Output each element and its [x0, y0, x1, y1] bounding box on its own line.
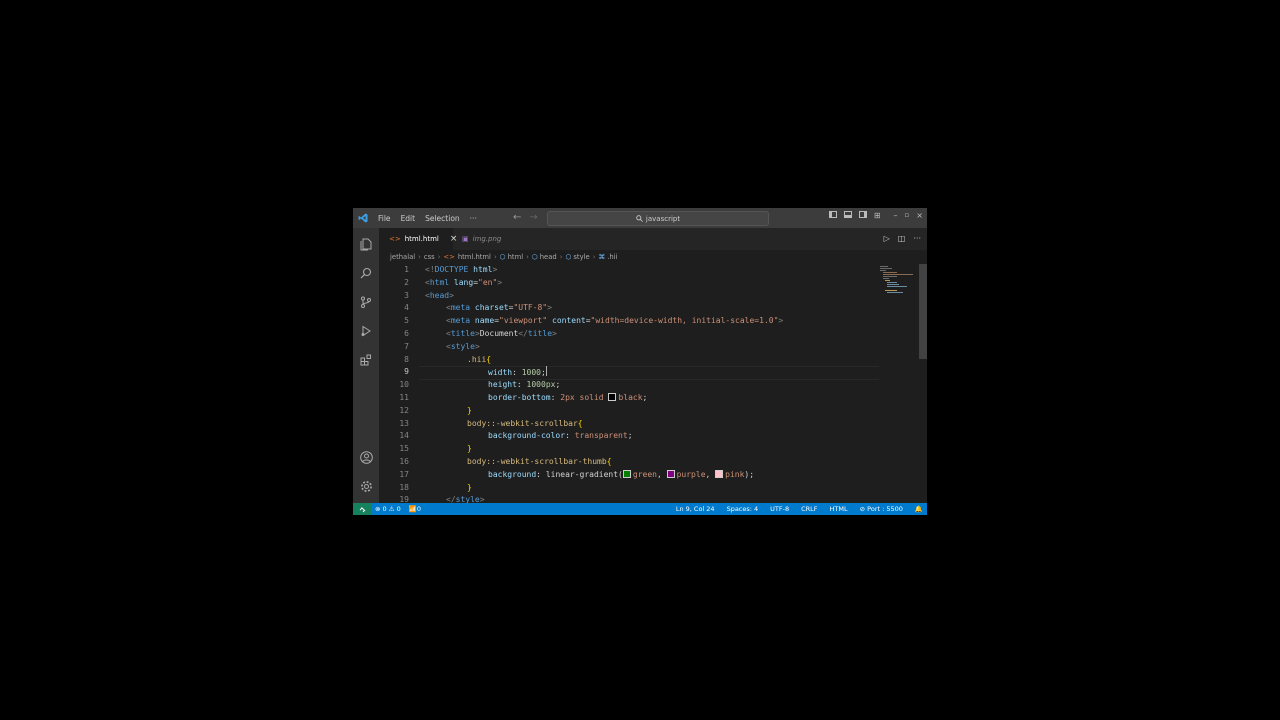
element-icon: ⬡ [499, 253, 506, 261]
code-line: 8 .hii{ [404, 354, 492, 364]
split-editor-icon[interactable]: ◫ [898, 234, 906, 243]
code-line: 15} [399, 444, 472, 454]
code-line: 18} [399, 482, 472, 492]
code-line: 6 <title>Document</title> [404, 329, 557, 338]
html-file-icon: <> [389, 235, 401, 243]
problems-indicator[interactable]: ⊗ 0 ⚠ 0 [371, 505, 405, 513]
cursor-position[interactable]: Ln 9, Col 24 [672, 505, 723, 513]
editor-tabs: <> html.html × ▣ img.png ▷ ◫ ··· [379, 228, 927, 250]
account-icon[interactable] [359, 450, 373, 464]
image-file-icon: ▣ [462, 235, 469, 243]
vscode-logo-icon [353, 208, 373, 228]
run-icon[interactable]: ▷ [884, 234, 890, 243]
html-file-icon: <> [443, 253, 455, 261]
element-icon: ⬡ [531, 253, 538, 261]
tab-html-html[interactable]: <> html.html × [379, 228, 457, 250]
element-icon: ⬡ [565, 253, 572, 261]
manage-gear-icon[interactable] [359, 479, 373, 493]
code-line: 11 border-bottom: 2px solid black; [399, 393, 648, 402]
code-line: 12} [399, 405, 472, 415]
more-actions-icon[interactable]: ··· [913, 234, 921, 243]
code-line-current: 9 width: 1000; [404, 366, 547, 378]
command-center-search[interactable]: javascript [547, 211, 769, 226]
file-encoding[interactable]: UTF-8 [766, 505, 797, 513]
status-bar: ⊗ 0 ⚠ 0 📶0 Ln 9, Col 24 Spaces: 4 UTF-8 … [353, 503, 927, 515]
live-server-port[interactable]: ⊘ Port : 5500 [856, 505, 911, 513]
menu-edit[interactable]: Edit [396, 214, 421, 223]
breadcrumb-item[interactable]: style [573, 253, 589, 261]
breadcrumb-item[interactable]: css [424, 253, 435, 261]
no-entry-icon: ⊘ [859, 505, 866, 513]
breadcrumb-item[interactable]: head [540, 253, 557, 261]
code-line: 17 background: linear-gradient(green, pur… [399, 469, 755, 479]
minimap[interactable] [880, 264, 916, 294]
code-editor[interactable]: 1 <!DOCTYPE html> 2 <html lang="en"> 3 <hea… [379, 264, 927, 503]
code-line: 3 <head> [404, 290, 454, 300]
color-swatch-pink[interactable] [715, 469, 724, 478]
error-icon: ⊗ [375, 505, 381, 513]
minimize-icon[interactable]: – [894, 211, 898, 220]
search-text: javascript [645, 214, 681, 223]
tab-img-png[interactable]: ▣ img.png [453, 228, 533, 250]
broadcast-icon: 📶 [408, 505, 417, 513]
window-controls: ⊞ – ▫ × [828, 211, 923, 220]
title-bar: File Edit Selection ··· ← → javascript ⊞… [353, 208, 927, 228]
indentation[interactable]: Spaces: 4 [723, 505, 767, 513]
warning-icon: ⚠ [388, 505, 395, 513]
customize-layout-icon[interactable]: ⊞ [874, 211, 881, 220]
remote-indicator-icon[interactable] [353, 503, 371, 515]
color-swatch-purple[interactable] [666, 469, 675, 478]
close-window-icon[interactable]: × [916, 211, 923, 220]
vertical-scrollbar[interactable] [919, 264, 927, 359]
code-line: 19 </style> [399, 495, 485, 503]
vscode-window: File Edit Selection ··· ← → javascript ⊞… [353, 208, 927, 515]
run-debug-icon[interactable] [359, 324, 373, 338]
search-icon [636, 215, 643, 222]
toggle-secondary-sidebar-icon[interactable] [858, 211, 867, 218]
breadcrumb-item[interactable]: html.html [458, 253, 491, 261]
language-mode[interactable]: HTML [826, 505, 856, 513]
breadcrumb: jethalal › css › <> html.html › ⬡ html › ⬡ head… [390, 253, 618, 261]
menu-more[interactable]: ··· [465, 214, 482, 223]
tab-label: html.html [404, 235, 439, 243]
maximize-icon[interactable]: ▫ [905, 211, 910, 220]
explorer-icon[interactable] [359, 237, 373, 251]
code-line: 13 body::-webkit-scrollbar{ [399, 418, 583, 428]
breadcrumb-item[interactable]: jethalal [390, 253, 415, 261]
toggle-primary-sidebar-icon[interactable] [828, 211, 837, 218]
back-arrow-icon[interactable]: ← [513, 212, 521, 223]
breadcrumb-item[interactable]: .hii [607, 253, 617, 261]
color-swatch-green[interactable] [622, 469, 631, 478]
code-line: 7 <style> [404, 341, 480, 351]
code-line: 16 body::-webkit-scrollbar-thumb{ [399, 457, 612, 466]
end-of-line[interactable]: CRLF [797, 505, 825, 513]
code-line: 1 <!DOCTYPE html> [404, 265, 498, 274]
forward-arrow-icon[interactable]: → [529, 212, 537, 223]
history-nav: ← → [513, 212, 538, 223]
activity-bar [353, 228, 379, 503]
extensions-icon[interactable] [359, 353, 373, 367]
code-line: 4 <meta charset="UTF-8"> [404, 303, 552, 313]
menu-bar: File Edit Selection ··· [373, 214, 482, 223]
code-line: 10 height: 1000px; [399, 380, 561, 390]
toggle-panel-icon[interactable] [843, 211, 852, 218]
text-cursor [545, 366, 547, 377]
code-line: 14 background-color: transparent; [399, 431, 633, 441]
status-right: Ln 9, Col 24 Spaces: 4 UTF-8 CRLF HTML ⊘… [672, 503, 927, 515]
editor-actions: ▷ ◫ ··· [884, 234, 921, 243]
ports-indicator[interactable]: 📶0 [405, 505, 425, 513]
menu-selection[interactable]: Selection [420, 214, 465, 223]
breadcrumb-item[interactable]: html [508, 253, 523, 261]
code-line: 2 <html lang="en"> [404, 277, 503, 287]
selector-icon: ⌘ [598, 253, 606, 261]
notifications-bell-icon[interactable]: 🔔 [911, 505, 927, 513]
menu-file[interactable]: File [373, 214, 396, 223]
tab-label: img.png [472, 235, 502, 243]
color-swatch-black[interactable] [608, 393, 617, 401]
code-line: 5 <meta name="viewport" content="width=de… [404, 316, 784, 326]
search-view-icon[interactable] [359, 266, 373, 280]
source-control-icon[interactable] [359, 295, 373, 309]
